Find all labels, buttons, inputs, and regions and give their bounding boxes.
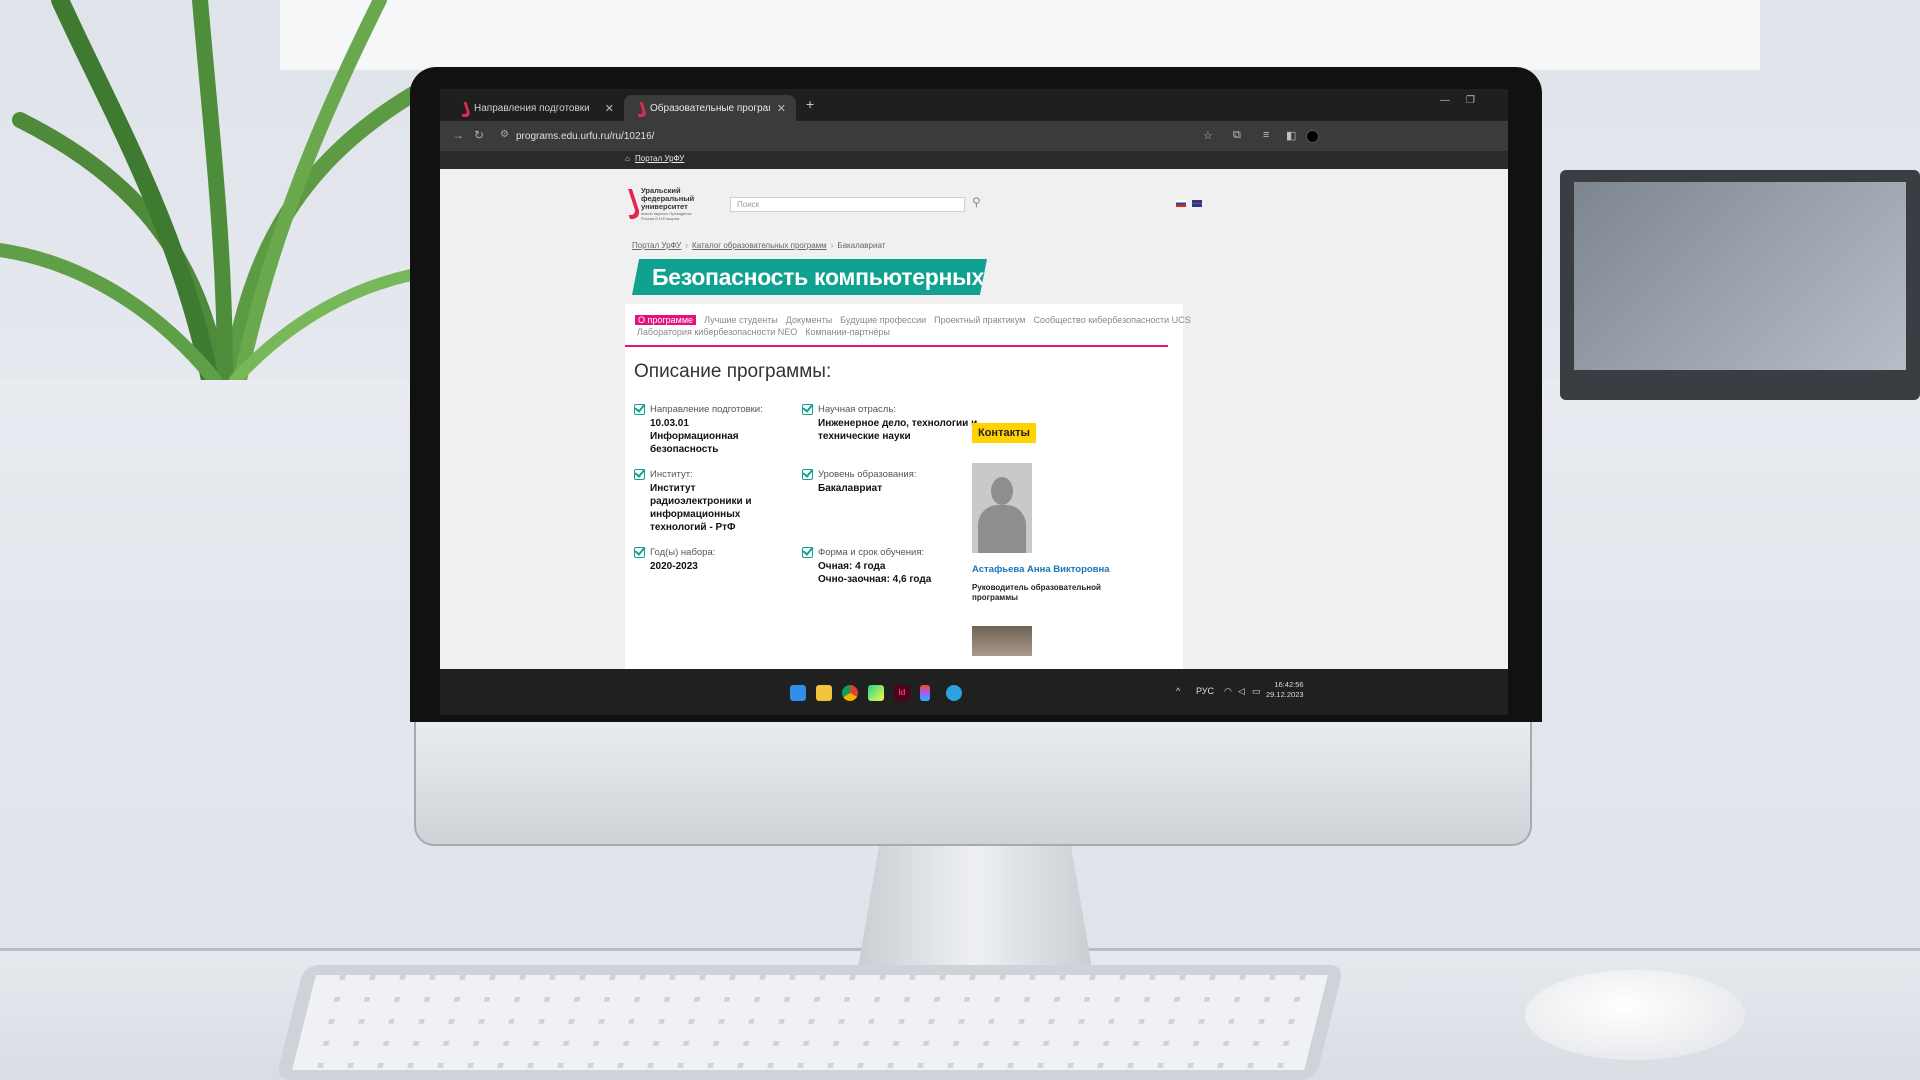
clock-time: 16:42:56 (1274, 680, 1304, 689)
checkmark-icon (634, 469, 645, 480)
urfu-logo-icon (620, 189, 642, 219)
contact-photo (972, 463, 1032, 553)
program-card: О программе Лучшие студенты Документы Будущ… (625, 304, 1191, 669)
contact-name-link[interactable]: Астафьева Анна Викторовна (972, 564, 1110, 575)
windows-start-icon[interactable] (790, 685, 806, 701)
chrome-icon[interactable] (842, 685, 858, 701)
field-science: Научная отрасль: Инженерное дело, технол… (802, 404, 982, 443)
tab-future-professions[interactable]: Будущие профессии (840, 315, 926, 325)
browser-tab-bar: Направления подготовки ✕ Образовательные… (440, 89, 1508, 121)
breadcrumb: Портал УрФУ › Каталог образовательных прог… (632, 241, 886, 250)
page-title: Безопасность компьютерных систем (632, 259, 987, 295)
tab-project-practicum[interactable]: Проектный практикум (934, 315, 1025, 325)
checkmark-icon (634, 404, 645, 415)
tab-title: Образовательные программы (650, 102, 770, 114)
urfu-favicon-icon (458, 102, 468, 114)
reload-icon[interactable]: ↻ (474, 128, 484, 142)
breadcrumb-current: Бакалавриат (837, 241, 886, 250)
logo-subtext: имени первого Президента России Б.Н.Ельц… (641, 211, 692, 221)
contact-photo-2 (972, 626, 1032, 656)
window-light (280, 0, 1760, 70)
maximize-icon[interactable]: ❐ (1466, 95, 1475, 106)
web-page: Уральский федеральный университет имени … (440, 169, 1508, 669)
search-input[interactable]: Поиск (730, 197, 965, 212)
clock-date: 29.12.2023 (1266, 690, 1304, 699)
file-explorer-icon[interactable] (816, 685, 832, 701)
home-icon: ⌂ (625, 154, 630, 163)
keyboard (275, 965, 1345, 1080)
checkmark-icon (802, 547, 813, 558)
background-monitor (1560, 170, 1920, 400)
checkmark-icon (802, 404, 813, 415)
checkmark-icon (802, 469, 813, 480)
input-language[interactable]: РУС (1196, 686, 1214, 696)
flag-ru-icon[interactable] (1176, 200, 1186, 207)
program-menu: О программе Лучшие студенты Документы Будущ… (635, 314, 1191, 338)
mouse (1525, 970, 1745, 1060)
bookmark-star-icon[interactable]: ☆ (1203, 129, 1213, 142)
search-icon[interactable]: ⚲ (972, 195, 981, 209)
chevron-up-icon[interactable]: ^ (1176, 686, 1180, 696)
field-direction: Направление подготовки: 10.03.01 Информа… (634, 404, 794, 456)
extensions-icon[interactable]: ⧉ (1233, 129, 1241, 142)
browser-tab-2[interactable]: Образовательные программы ✕ (624, 95, 796, 121)
url-field[interactable]: programs.edu.urfu.ru/ru/10216/ (516, 127, 1386, 146)
volume-icon[interactable]: ◁ (1238, 686, 1245, 697)
close-icon[interactable]: ✕ (777, 102, 786, 115)
address-bar-row: → ↻ ⚙ programs.edu.urfu.ru/ru/10216/ (440, 121, 1508, 151)
monitor-chin (414, 722, 1532, 846)
figma-icon[interactable] (920, 685, 930, 701)
palm-plant (0, 0, 440, 380)
tab-partner-companies[interactable]: Компании-партнёры (805, 327, 890, 337)
urfu-logo[interactable]: Уральский федеральный университет имени … (620, 187, 705, 223)
field-institute: Институт: Институт радиоэлектроники и ин… (634, 469, 794, 534)
media-icon[interactable]: ≡ (1263, 129, 1269, 141)
close-icon[interactable]: ✕ (605, 102, 614, 115)
breadcrumb-portal[interactable]: Портал УрФУ (632, 241, 681, 250)
contact-role: Руководитель образовательной программы (972, 583, 1101, 602)
bookmark-link[interactable]: Портал УрФУ (635, 154, 684, 163)
tab-ucs-community[interactable]: Сообщество кибербезопасности UCS (1033, 315, 1190, 325)
tab-title: Направления подготовки (474, 102, 590, 114)
tab-neo-lab[interactable]: Лаборатория кибербезопасности NEO (637, 327, 797, 337)
profile-avatar[interactable] (1306, 130, 1319, 143)
minimize-icon[interactable]: — (1440, 95, 1450, 106)
checkmark-icon (634, 547, 645, 558)
telegram-icon[interactable] (946, 685, 962, 701)
field-years: Год(ы) набора: 2020-2023 (634, 547, 794, 573)
tab-best-students[interactable]: Лучшие студенты (704, 315, 778, 325)
forward-icon[interactable]: → (452, 128, 464, 142)
menu-underline (625, 345, 1168, 347)
field-level: Уровень образования: Бакалавриат (802, 469, 982, 495)
flag-en-icon[interactable] (1192, 200, 1202, 207)
section-heading: Описание программы: (634, 361, 832, 382)
tab-about[interactable]: О программе (635, 315, 697, 325)
battery-icon[interactable]: ▭ (1252, 686, 1261, 697)
taskbar: Id ^ РУС ◠ ◁ ▭ 16:42:56 29.12.2023 (440, 669, 1508, 715)
wifi-icon[interactable]: ◠ (1224, 686, 1232, 697)
pycharm-icon[interactable] (868, 685, 884, 701)
contacts-button[interactable]: Контакты (972, 423, 1036, 443)
browser-tab-1[interactable]: Направления подготовки ✕ (448, 95, 624, 121)
bookmarks-bar: ⌂ Портал УрФУ (440, 151, 1508, 169)
site-settings-icon[interactable]: ⚙ (500, 129, 509, 140)
tab-documents[interactable]: Документы (786, 315, 832, 325)
new-tab-icon[interactable]: + (806, 96, 814, 112)
logo-text: Уральский федеральный университет (641, 186, 695, 211)
clock[interactable]: 16:42:56 29.12.2023 (1266, 680, 1304, 700)
indesign-icon[interactable]: Id (894, 685, 910, 701)
field-form: Форма и срок обучения: Очная: 4 года Очн… (802, 547, 982, 586)
screen: Направления подготовки ✕ Образовательные… (440, 89, 1508, 715)
urfu-favicon-icon (634, 102, 644, 114)
breadcrumb-catalog[interactable]: Каталог образовательных программ (692, 241, 827, 250)
side-panel-icon[interactable]: ◧ (1286, 129, 1296, 142)
